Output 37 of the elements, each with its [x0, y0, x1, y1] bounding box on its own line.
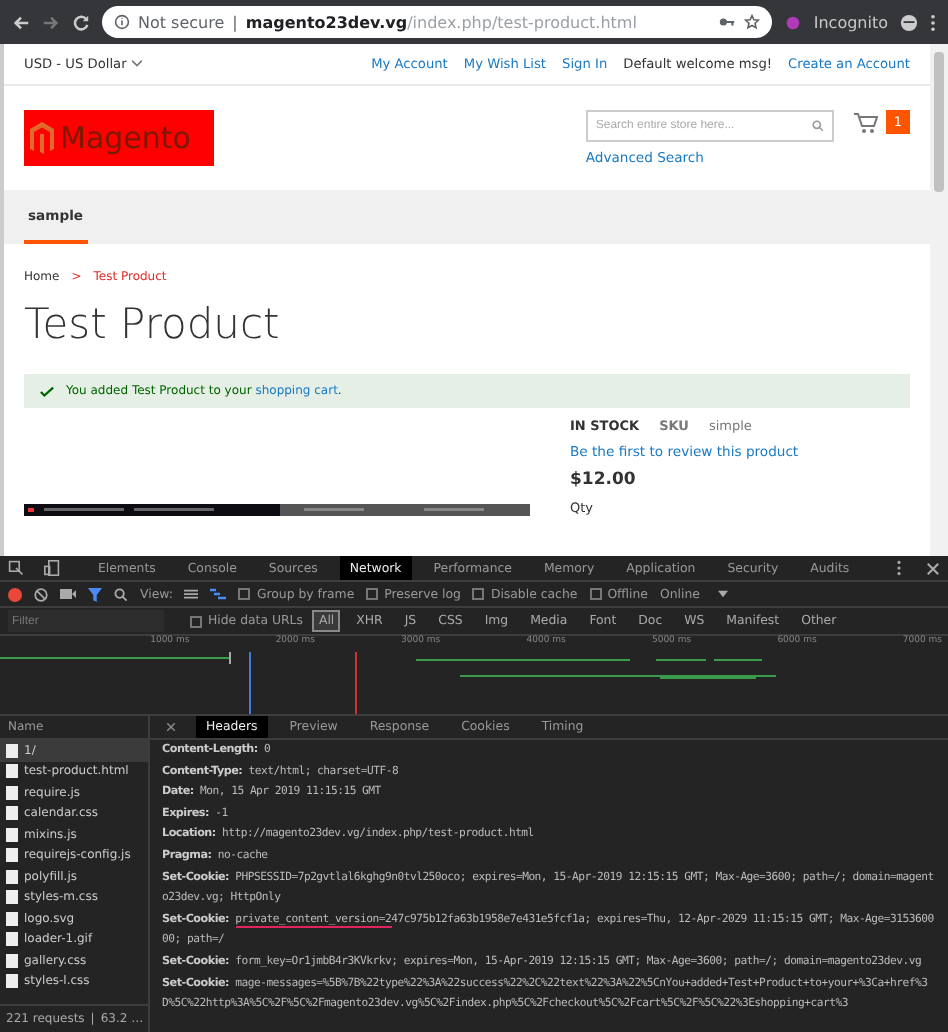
inspect-icon[interactable]: [8, 560, 24, 576]
page-title: Test Product: [24, 298, 282, 352]
close-icon[interactable]: [926, 561, 940, 575]
incognito-label: Incognito: [813, 13, 888, 31]
checkbox[interactable]: [238, 588, 251, 600]
separator: |: [232, 13, 238, 31]
check-icon: [40, 385, 54, 397]
reload-icon[interactable]: [72, 13, 90, 31]
price: $12.00: [570, 470, 638, 490]
search-icon[interactable]: [114, 587, 128, 601]
checkbox[interactable]: [190, 615, 202, 627]
extension-icon[interactable]: [783, 13, 802, 31]
menu-icon[interactable]: [930, 13, 936, 31]
star-icon[interactable]: [743, 14, 760, 30]
close-icon[interactable]: [166, 722, 176, 732]
security-label: Not secure: [138, 13, 225, 31]
record-icon[interactable]: [8, 587, 22, 601]
back-icon[interactable]: [12, 13, 30, 31]
device-icon[interactable]: [44, 560, 60, 576]
incognito-icon: [900, 13, 918, 31]
info-icon: [114, 14, 130, 30]
checkbox[interactable]: [589, 588, 602, 600]
filter-icon[interactable]: [88, 587, 102, 601]
more-icon[interactable]: [896, 560, 902, 576]
waterfall-icon[interactable]: [210, 588, 227, 600]
list-icon[interactable]: [184, 588, 199, 600]
camera-icon[interactable]: [60, 588, 76, 600]
caret-icon: [717, 590, 728, 598]
caret-icon: [132, 60, 143, 68]
checkbox[interactable]: [472, 588, 485, 600]
checkbox[interactable]: [366, 588, 379, 600]
address-bar[interactable]: Not secure | magento23dev.vg/index.php/test-product.html: [102, 6, 772, 38]
key-icon: [717, 14, 736, 30]
cart-icon[interactable]: [853, 111, 878, 133]
url-text: magento23dev.vg/index.php/test-product.html: [245, 13, 637, 31]
clear-icon[interactable]: [34, 587, 48, 601]
forward-icon[interactable]: [42, 13, 60, 31]
